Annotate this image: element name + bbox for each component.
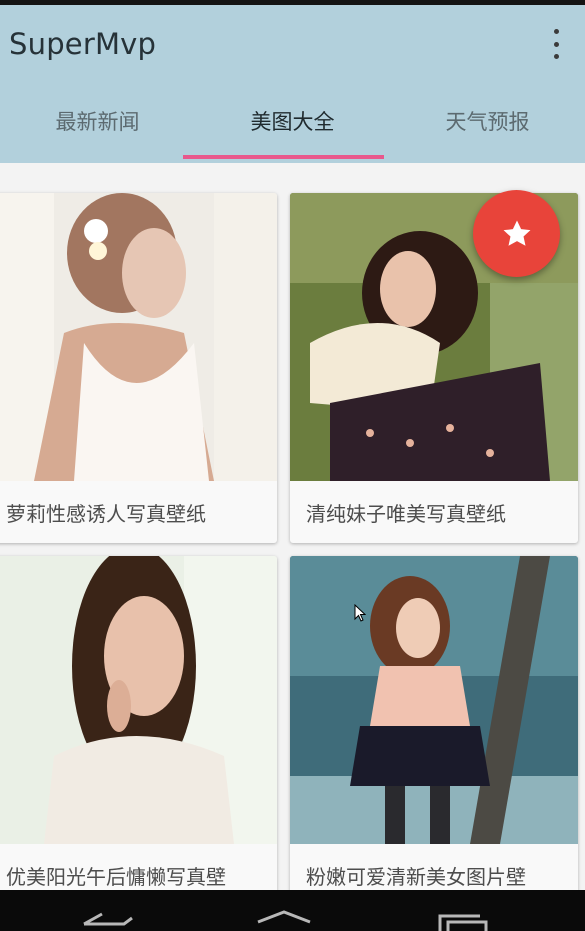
overflow-menu-icon[interactable] (549, 29, 563, 59)
home-icon[interactable] (254, 908, 314, 931)
photo-card[interactable]: 优美阳光午后慵懒写真壁 (0, 556, 277, 890)
photo-card[interactable]: 萝莉性感诱人写真壁纸 (0, 193, 277, 543)
photo-caption: 萝莉性感诱人写真壁纸 (6, 502, 206, 526)
mouse-cursor-icon (354, 604, 366, 622)
tab-latest-news[interactable]: 最新新闻 (0, 92, 195, 158)
photo-caption: 清纯妹子唯美写真壁纸 (306, 502, 506, 526)
photo-image (0, 556, 277, 844)
photo-card[interactable]: 粉嫩可爱清新美女图片壁 (290, 556, 578, 890)
tab-weather[interactable]: 天气预报 (390, 92, 585, 158)
photo-image (0, 193, 277, 481)
photo-image (290, 556, 578, 844)
photo-caption: 优美阳光午后慵懒写真壁 (6, 865, 226, 889)
favorite-fab-button[interactable] (473, 190, 560, 277)
photo-caption: 粉嫩可爱清新美女图片壁 (306, 865, 526, 889)
tab-photos[interactable]: 美图大全 (195, 92, 390, 158)
star-icon (503, 220, 530, 246)
recents-icon[interactable] (434, 908, 490, 931)
tab-indicator (183, 155, 384, 159)
back-icon[interactable] (80, 908, 136, 931)
app-title: SuperMvp (9, 27, 157, 61)
system-nav-bar (0, 890, 585, 931)
tab-bar: 最新新闻 美图大全 天气预报 (0, 92, 585, 158)
